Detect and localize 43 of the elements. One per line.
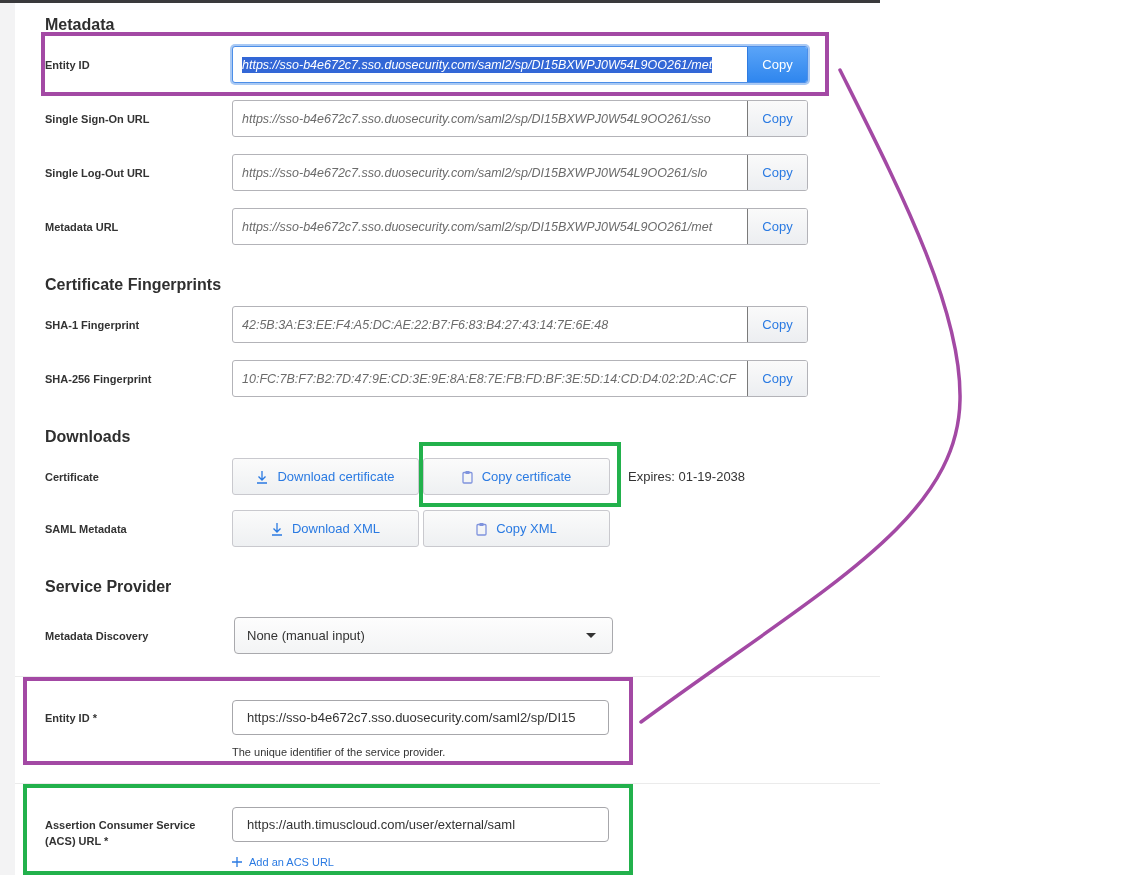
dropdown[interactable]: None (manual input) xyxy=(234,617,613,654)
field-label: SHA-256 Fingerprint xyxy=(45,371,152,387)
section-heading: Downloads xyxy=(45,427,131,447)
value-field[interactable]: 10:FC:7B:F7:B2:7D:47:9E:CD:3E:9E:8A:E8:7E:FB:FD:BF:3E:5D:14:CD:D4:02:2D:AC:CF xyxy=(233,361,747,396)
value-field[interactable]: https://sso-b4e672c7.sso.duosecurity.com/saml2/sp/DI15BXWPJ0W54L9OO261/slo xyxy=(233,155,747,190)
section-heading: Metadata xyxy=(45,15,115,35)
value-field[interactable]: https://sso-b4e672c7.sso.duosecurity.com/saml2/sp/DI15BXWPJ0W54L9OO261/sso xyxy=(233,101,747,136)
field-label: SHA-1 Fingerprint xyxy=(45,317,140,333)
field-label: Assertion Consumer Service (ACS) URL * xyxy=(45,818,197,849)
text-field[interactable]: https://sso-b4e672c7.sso.duosecurity.com/saml2/sp/DI15 xyxy=(232,700,609,735)
copy-button[interactable]: Copy certificate xyxy=(423,458,610,495)
field-label: Single Log-Out URL xyxy=(45,165,150,181)
copy-button[interactable]: Copy xyxy=(747,307,807,342)
caret-icon xyxy=(586,633,596,638)
add-link[interactable]: Add an ACS URL xyxy=(232,855,334,869)
text-field[interactable]: https://auth.timuscloud.com/user/external/saml xyxy=(232,807,609,842)
download-button[interactable]: Download XML xyxy=(232,510,419,547)
copy-button[interactable]: Copy xyxy=(747,47,807,82)
download-icon xyxy=(270,521,283,536)
plus-icon xyxy=(232,857,242,867)
value-field[interactable]: https://sso-b4e672c7.sso.duosecurity.com/saml2/sp/DI15BXWPJ0W54L9OO261/met xyxy=(233,47,747,82)
copy-button[interactable]: Copy XML xyxy=(423,510,610,547)
section-heading: Certificate Fingerprints xyxy=(45,275,222,295)
value-field[interactable]: https://sso-b4e672c7.sso.duosecurity.com/saml2/sp/DI15BXWPJ0W54L9OO261/met xyxy=(233,209,747,244)
value-field[interactable]: 42:5B:3A:E3:EE:F4:A5:DC:AE:22:B7:F6:83:B4:27:43:14:7E:6E:48 xyxy=(233,307,747,342)
copy-button[interactable]: Copy xyxy=(747,361,807,396)
field-label: SAML Metadata xyxy=(45,521,127,537)
copy-button[interactable]: Copy xyxy=(747,155,807,190)
field-label: Entity ID xyxy=(45,57,90,73)
field-label: Certificate xyxy=(45,469,99,485)
download-icon xyxy=(256,469,269,484)
field-label: Single Sign-On URL xyxy=(45,111,150,127)
help-text: The unique identifier of the service provider. xyxy=(232,745,446,759)
clipboard-icon xyxy=(461,469,473,484)
field-label: Metadata URL xyxy=(45,219,119,235)
section-heading: Service Provider xyxy=(45,577,172,597)
copy-button[interactable]: Copy xyxy=(747,101,807,136)
copy-button[interactable]: Copy xyxy=(747,209,807,244)
download-button[interactable]: Download certificate xyxy=(232,458,419,495)
field-label: Entity ID * xyxy=(45,711,97,726)
field-label: Metadata Discovery xyxy=(45,628,149,644)
expiry-text: Expires: 01-19-2038 xyxy=(628,469,746,484)
clipboard-icon xyxy=(476,521,488,536)
